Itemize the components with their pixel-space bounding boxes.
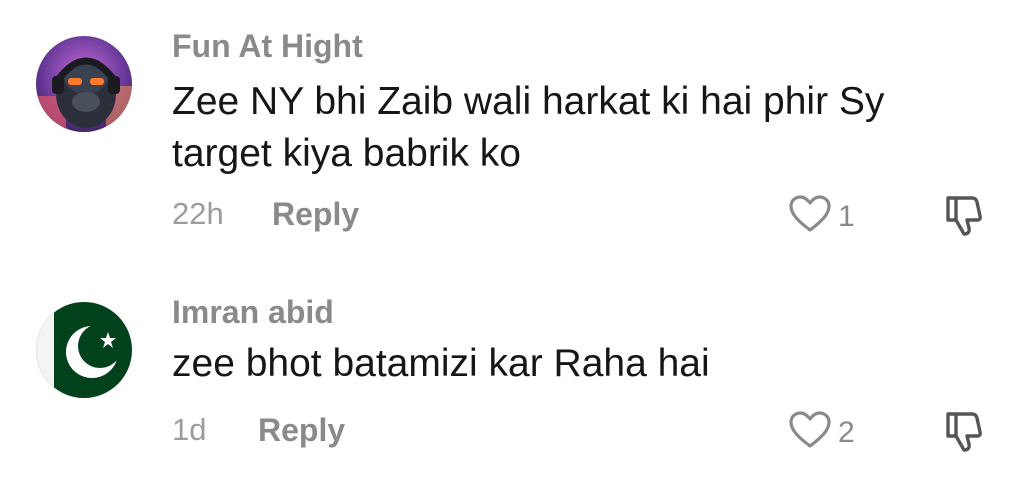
comment-text: Zee NY bhi Zaib wali harkat ki hai phir …	[172, 80, 885, 175]
comment-item: Fun At Hight Zee NY bhi Zaib wali harkat…	[0, 0, 1024, 260]
avatar[interactable]	[36, 302, 132, 398]
comment-timestamp: 1d	[172, 412, 207, 447]
comment-timestamp: 22h	[172, 196, 224, 231]
pakistan-flag-avatar-icon	[36, 302, 132, 398]
thumbs-down-icon	[942, 196, 988, 242]
like-count: 1	[838, 199, 855, 233]
reply-button[interactable]: Reply	[272, 196, 359, 233]
like-button[interactable]: 2	[788, 410, 855, 455]
like-count: 2	[838, 415, 855, 449]
gorilla-headphones-avatar-icon	[36, 36, 132, 132]
thumbs-down-icon	[942, 412, 988, 458]
comment-text: zee bhot batamizi kar Raha hai	[172, 342, 710, 385]
heart-outline-icon	[788, 410, 832, 455]
comment-item: Imran abid zee bhot batamizi kar Raha ha…	[0, 260, 1024, 485]
avatar[interactable]	[36, 36, 132, 132]
heart-outline-icon	[788, 194, 832, 239]
dislike-button[interactable]	[942, 192, 988, 243]
like-button[interactable]: 1	[788, 194, 855, 239]
reply-button[interactable]: Reply	[258, 412, 345, 449]
comment-username[interactable]: Fun At Hight	[172, 28, 363, 65]
dislike-button[interactable]	[942, 408, 988, 459]
comment-username[interactable]: Imran abid	[172, 294, 334, 331]
